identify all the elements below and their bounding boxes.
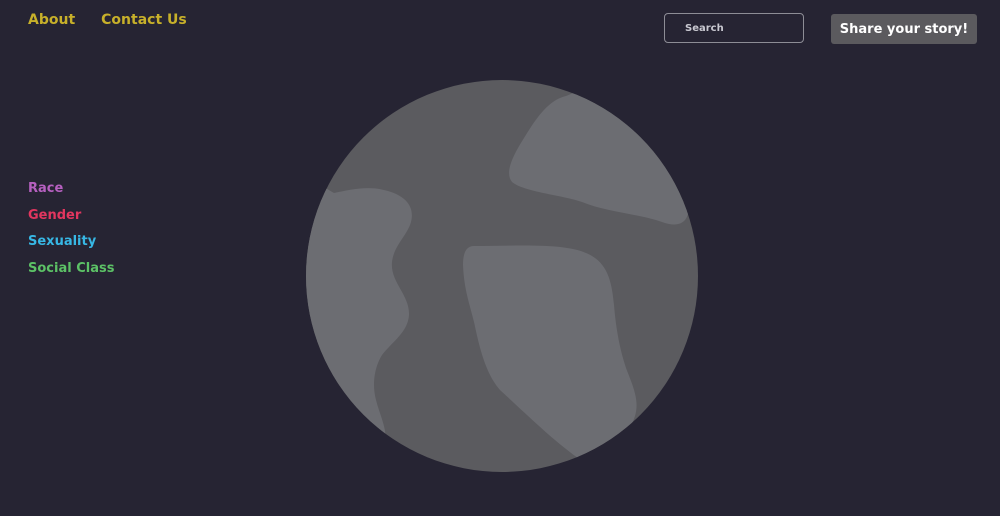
globe-icon — [306, 80, 698, 472]
